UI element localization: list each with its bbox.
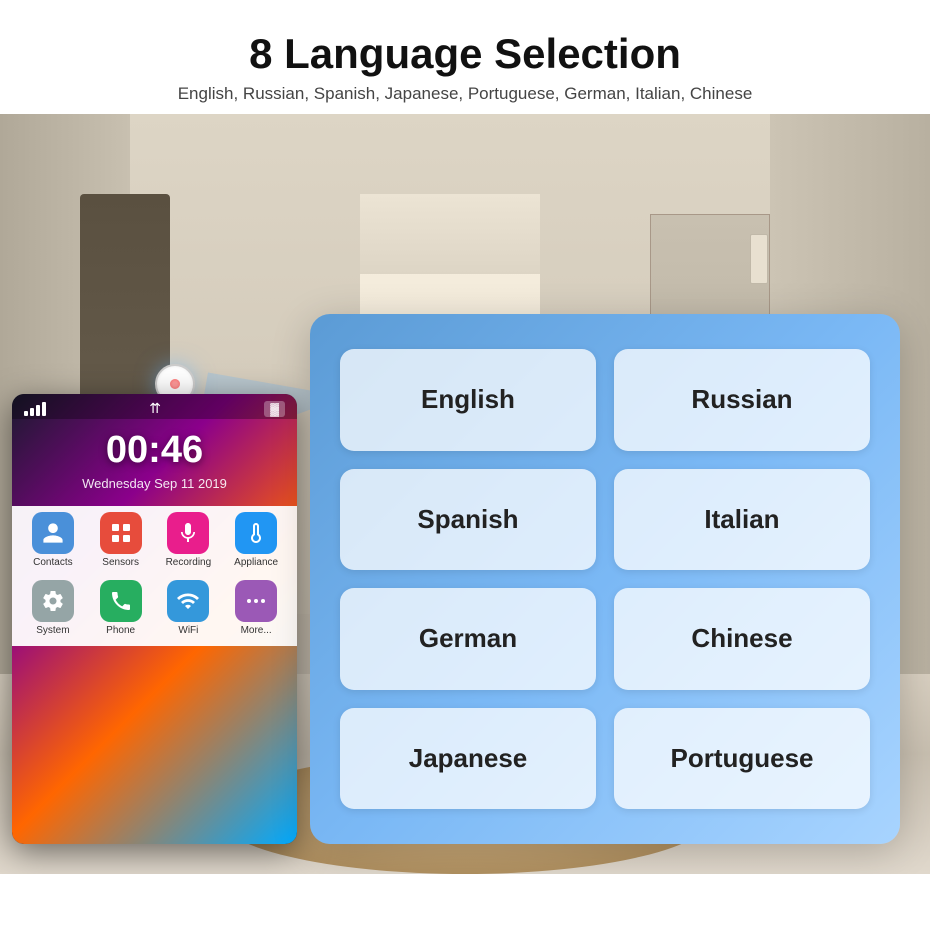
signal-bar-2 [30,408,34,416]
apps-row-2: System Phone WiFi [12,574,297,646]
english-label: English [421,384,515,415]
phone-time: 00:46 [12,419,297,476]
app-contacts[interactable]: Contacts [22,512,84,568]
room-background: ⇈ ▓ 00:46 Wednesday Sep 11 2019 Contacts… [0,114,930,874]
wifi-app-icon [167,580,209,622]
wifi-icon: ⇈ [149,400,161,417]
russian-label: Russian [691,384,792,415]
language-english-btn[interactable]: English [340,349,596,451]
system-icon [32,580,74,622]
app-appliance[interactable]: Appliance [225,512,287,568]
hallway-ceiling [360,194,540,274]
more-label: More... [241,625,272,636]
app-phone[interactable]: Phone [90,580,152,636]
language-japanese-btn[interactable]: Japanese [340,708,596,810]
phone-icon [100,580,142,622]
language-panel: English Russian Spanish Italian German C… [310,314,900,844]
language-italian-btn[interactable]: Italian [614,469,870,571]
recording-icon [167,512,209,554]
phone-screen: ⇈ ▓ 00:46 Wednesday Sep 11 2019 Contacts… [12,394,297,844]
phone-label: Phone [106,625,135,636]
page-title: 8 Language Selection [20,30,910,78]
more-icon [235,580,277,622]
language-german-btn[interactable]: German [340,588,596,690]
chinese-label: Chinese [691,623,792,654]
language-spanish-btn[interactable]: Spanish [340,469,596,571]
phone-date: Wednesday Sep 11 2019 [12,476,297,506]
sensors-label: Sensors [102,557,139,568]
wall-telephone [750,234,768,284]
phone-device: ⇈ ▓ 00:46 Wednesday Sep 11 2019 Contacts… [12,394,297,844]
appliance-icon [235,512,277,554]
battery-icon: ▓ [264,401,285,417]
spanish-label: Spanish [417,504,518,535]
app-more[interactable]: More... [225,580,287,636]
portuguese-label: Portuguese [670,743,813,774]
page-header: 8 Language Selection English, Russian, S… [0,0,930,114]
app-system[interactable]: System [22,580,84,636]
page-subtitle: English, Russian, Spanish, Japanese, Por… [20,84,910,104]
wall-device-dot [170,379,180,389]
system-label: System [36,625,69,636]
app-wifi[interactable]: WiFi [158,580,220,636]
language-russian-btn[interactable]: Russian [614,349,870,451]
language-portuguese-btn[interactable]: Portuguese [614,708,870,810]
status-bar: ⇈ ▓ [12,394,297,419]
signal-bar-3 [36,405,40,416]
japanese-label: Japanese [409,743,528,774]
contacts-icon [32,512,74,554]
app-recording[interactable]: Recording [158,512,220,568]
sensors-icon [100,512,142,554]
signal-bar-1 [24,411,28,416]
signal-bars [24,402,46,416]
app-sensors[interactable]: Sensors [90,512,152,568]
language-chinese-btn[interactable]: Chinese [614,588,870,690]
recording-label: Recording [166,557,212,568]
appliance-label: Appliance [234,557,278,568]
contacts-label: Contacts [33,557,72,568]
apps-row-1: Contacts Sensors Recording [12,506,297,574]
wifi-label: WiFi [178,625,198,636]
signal-bar-4 [42,402,46,416]
italian-label: Italian [704,504,779,535]
german-label: German [419,623,517,654]
